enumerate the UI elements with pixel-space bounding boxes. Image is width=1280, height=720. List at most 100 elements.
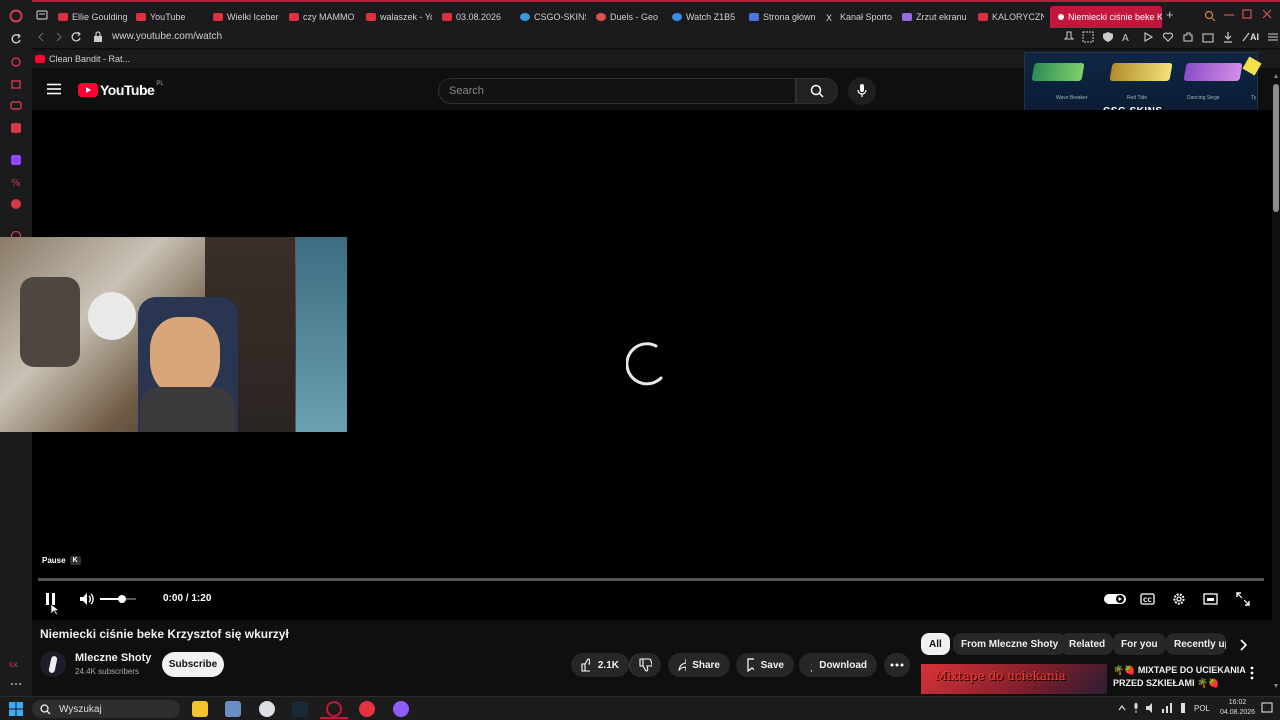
volume-slider[interactable]	[100, 595, 136, 603]
app-icon[interactable]	[225, 701, 241, 717]
wallet-icon[interactable]	[1202, 31, 1214, 43]
shield-icon[interactable]	[1102, 31, 1114, 43]
mute-button[interactable]	[79, 592, 95, 606]
autoplay-toggle[interactable]	[1104, 593, 1126, 605]
taskbar-search[interactable]: Wyszukaj	[32, 700, 180, 718]
page-scrollbar[interactable]	[1272, 70, 1280, 696]
fullscreen-button[interactable]	[1236, 592, 1250, 606]
channel-name[interactable]: Mleczne Shoty	[75, 652, 151, 664]
reload-page-icon[interactable]	[70, 31, 82, 43]
new-tab-button[interactable]: +	[1166, 7, 1174, 22]
speaker-icon[interactable]	[1146, 703, 1156, 713]
translate-icon[interactable]: A	[1122, 31, 1134, 43]
lock-icon[interactable]	[93, 31, 103, 43]
scrollbar-thumb[interactable]	[1273, 84, 1279, 212]
download-icon[interactable]	[1222, 31, 1234, 43]
chips-next-button[interactable]	[1238, 639, 1248, 651]
youtube-logo[interactable]: YouTube PL	[78, 81, 164, 98]
tab-2[interactable]: Wielki Iceberg	[213, 6, 279, 28]
forward-icon[interactable]	[54, 32, 64, 42]
app-icon[interactable]	[359, 701, 375, 717]
search-input[interactable]: Search	[438, 78, 796, 104]
csgo-skins-ad[interactable]: Wave Breaker Red Tide Dancing Siege Ty C…	[1024, 52, 1262, 118]
settings-button[interactable]	[1172, 592, 1186, 606]
sidebar-extension-icon[interactable]	[9, 197, 23, 211]
volume-handle[interactable]	[117, 595, 126, 603]
tab-5[interactable]: 03.08.2026	[442, 6, 514, 28]
language-indicator[interactable]: POL	[1194, 704, 1210, 713]
bookmark-item[interactable]: Clean Bandit - Rat...	[35, 54, 130, 64]
sidebar-music-icon[interactable]	[9, 121, 23, 135]
easy-setup-icon[interactable]	[1267, 31, 1279, 43]
url-field[interactable]: www.youtube.com/watch	[112, 31, 222, 42]
sidebar-shop-icon[interactable]	[9, 77, 23, 91]
tab-8[interactable]: Watch Z1B5	[672, 6, 738, 28]
download-button[interactable]: Download	[799, 653, 877, 677]
sidebar-twitch-icon[interactable]	[9, 153, 23, 167]
snapshot-icon[interactable]	[1082, 31, 1094, 43]
share-button[interactable]: Share	[668, 653, 730, 677]
chip-from-channel[interactable]: From Mleczne Shoty	[953, 633, 1067, 655]
pin-icon[interactable]	[1064, 31, 1074, 43]
taskbar-clock[interactable]: 16:02 04.08.2026	[1220, 698, 1255, 718]
opera-gx-icon[interactable]	[326, 701, 342, 717]
tab-overview-icon[interactable]	[36, 9, 48, 21]
extensions-icon[interactable]	[1182, 31, 1194, 43]
sidebar-feed-icon[interactable]	[9, 55, 23, 69]
sidebar-percent-icon[interactable]: %	[9, 175, 23, 189]
tab-search-icon[interactable]	[1204, 10, 1216, 22]
play-icon[interactable]	[1142, 31, 1154, 43]
chip-for-you[interactable]: For you	[1113, 633, 1166, 655]
recommendation-title[interactable]: 🌴🍓 MIXTAPE DO UCIEKANIA PRZED SZKIEŁAMI …	[1113, 664, 1246, 690]
sidebar-messenger-icon[interactable]	[9, 99, 23, 113]
usb-icon[interactable]	[1178, 703, 1188, 713]
scroll-down-icon[interactable]	[1274, 684, 1278, 688]
tab-9[interactable]: Strona główn	[749, 6, 815, 28]
dislike-button[interactable]	[629, 653, 661, 677]
reload-icon[interactable]	[9, 32, 23, 46]
tab-4[interactable]: walaszek - Yo	[366, 6, 432, 28]
sidebar-sx-icon[interactable]: sx	[9, 656, 23, 670]
more-actions-button[interactable]	[884, 653, 910, 677]
tab-6[interactable]: CSGO-SKINS	[520, 6, 586, 28]
guide-menu-icon[interactable]	[47, 83, 61, 95]
aria-ai-button[interactable]: AI	[1242, 32, 1259, 42]
chip-all[interactable]: All	[921, 633, 950, 655]
voice-search-button[interactable]	[848, 77, 876, 105]
chip-recently-uploaded[interactable]: Recently up	[1166, 633, 1226, 655]
tab-11[interactable]: Zrzut ekranu	[902, 6, 968, 28]
tab-active[interactable]: Niemiecki ciśnie beke K	[1050, 6, 1162, 28]
windows-start-icon[interactable]	[9, 702, 23, 716]
search-button[interactable]	[796, 78, 838, 104]
scroll-up-icon[interactable]	[1274, 74, 1278, 78]
file-explorer-icon[interactable]	[192, 701, 208, 717]
recommendation-thumbnail[interactable]: Mixtape do uciekania	[921, 664, 1107, 694]
chip-related[interactable]: Related	[1061, 633, 1114, 655]
like-button[interactable]: 2.1K	[571, 653, 629, 677]
save-button[interactable]: Save	[736, 653, 794, 677]
tab-0[interactable]: Ellie Goulding	[58, 6, 134, 28]
tab-12[interactable]: KALORYCZN	[978, 6, 1044, 28]
subtitles-button[interactable]: CC	[1140, 592, 1155, 606]
app-icon[interactable]	[393, 701, 409, 717]
tab-3[interactable]: czy MAMMO	[289, 6, 355, 28]
close-window-icon[interactable]	[1262, 9, 1272, 19]
tab-7[interactable]: Duels - Geo	[596, 6, 662, 28]
progress-bar[interactable]	[38, 578, 1264, 581]
settings-app-icon[interactable]	[259, 701, 275, 717]
microphone-icon[interactable]	[1132, 703, 1140, 713]
heart-icon[interactable]	[1162, 31, 1174, 43]
steam-icon[interactable]	[292, 701, 308, 717]
back-icon[interactable]	[36, 32, 46, 42]
subscribe-button[interactable]: Subscribe	[162, 652, 224, 677]
minimize-icon[interactable]	[1224, 13, 1234, 17]
tray-overflow-icon[interactable]	[1118, 704, 1126, 712]
tab-10[interactable]: X Kanał Sporto	[826, 6, 892, 28]
notifications-icon[interactable]	[1261, 702, 1273, 714]
opera-logo-icon[interactable]	[9, 9, 23, 23]
miniplayer-button[interactable]	[1203, 592, 1218, 606]
recommendation-menu-button[interactable]	[1250, 666, 1254, 680]
maximize-icon[interactable]	[1242, 9, 1252, 19]
channel-avatar[interactable]	[40, 651, 66, 677]
network-icon[interactable]	[1162, 703, 1172, 713]
